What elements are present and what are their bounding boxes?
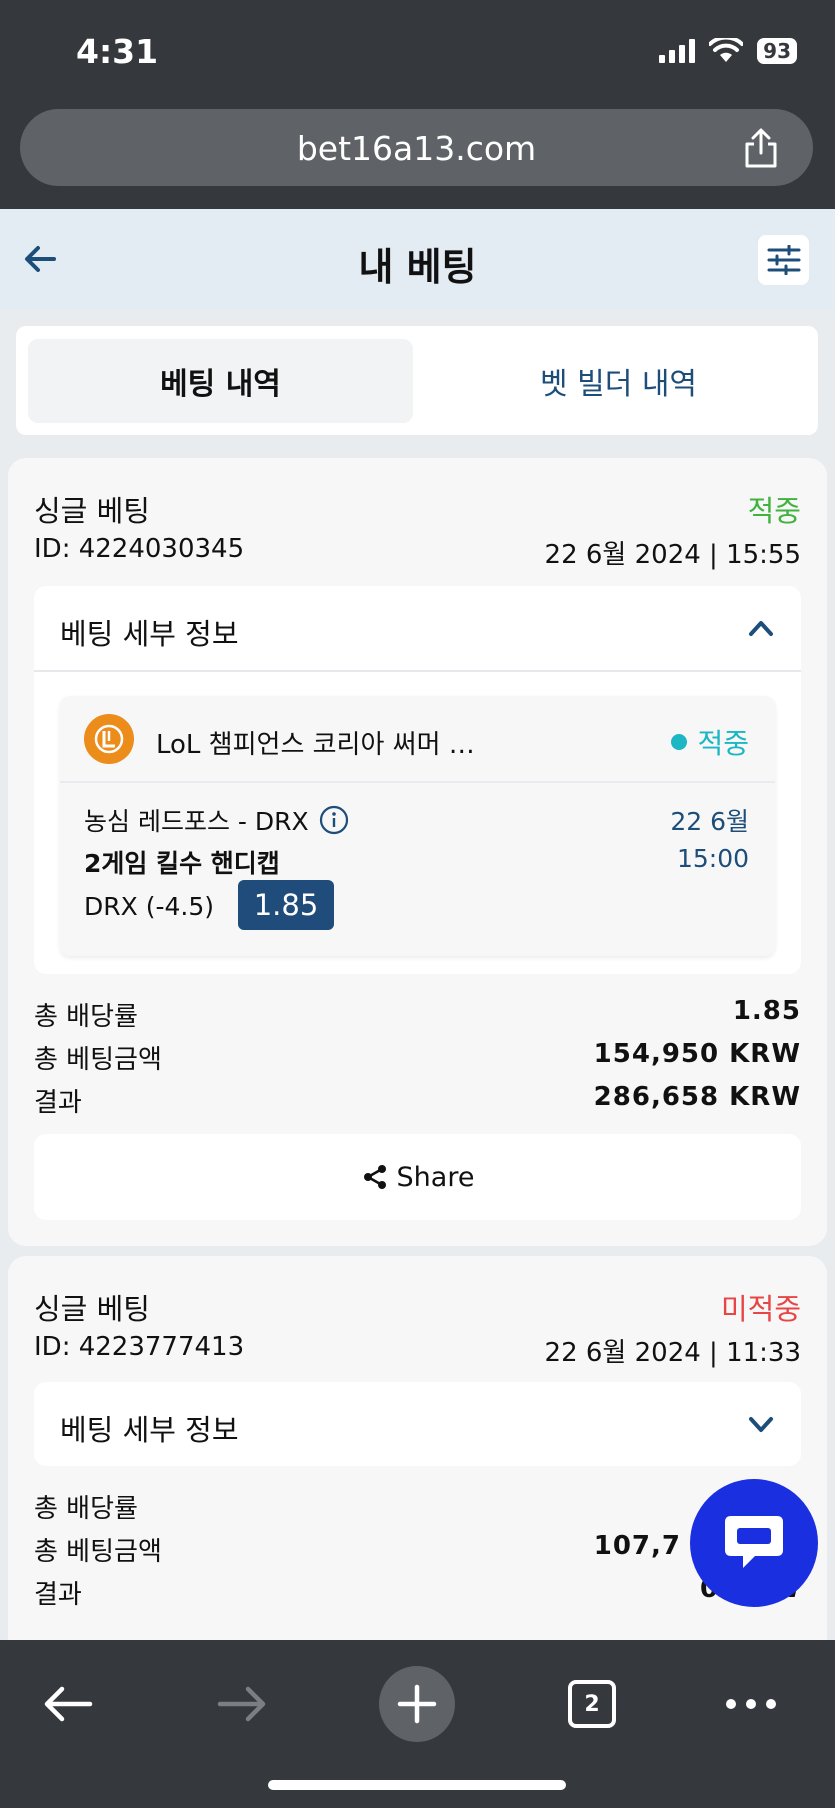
lck-logo-icon [84,714,134,764]
page-header: 내 베팅 [0,209,835,310]
league-name: LoL 챔피언스 코리아 써머 … [156,730,475,760]
browser-forward-button[interactable] [204,1666,280,1742]
summary-label: 총 배당률 [34,1002,138,1032]
tabs-button[interactable]: 2 [554,1666,630,1742]
browser-bar: bet16a13.com [0,105,835,209]
url-bar[interactable]: bet16a13.com [20,109,813,186]
bet-summary: 총 배당률 총 베팅금액 107,7 결과 0 KRW [34,1488,801,1617]
summary-value: 286,658 KRW [593,1082,801,1112]
share-button-label: Share [396,1161,475,1193]
match-teams: 농심 레드포스 - DRX [84,802,349,838]
summary-row: 총 배당률 1.85 [34,996,801,1039]
bet-summary: 총 배당률 1.85 총 베팅금액 154,950 KRW 결과 286,658… [34,996,801,1125]
bet-details-toggle[interactable]: 베팅 세부 정보 [60,1407,239,1449]
browser-toolbar: 2 [0,1640,835,1808]
new-tab-button[interactable] [379,1666,455,1742]
market-name: 2게임 킬수 핸디캡 [84,849,280,878]
summary-label: 총 베팅금액 [34,1537,162,1567]
bet-card: 싱글 베팅 적중 ID: 4224030345 22 6월 2024 | 15:… [8,458,827,1246]
summary-label: 결과 [34,1088,82,1118]
bet-details-panel: 베팅 세부 정보 LoL 챔피언스 코리아 써머 … 적중 농심 레드포스 - … [34,586,801,974]
bet-details-panel: 베팅 세부 정보 [34,1382,801,1466]
share-icon[interactable] [741,127,781,169]
summary-label: 총 배당률 [34,1494,138,1524]
selection-pick: DRX (-4.5) [84,892,214,921]
bet-date: 22 6월 2024 | 11:33 [544,1338,801,1368]
tab-bet-builder-history[interactable]: 벳 빌더 내역 [426,339,811,423]
summary-label: 결과 [34,1580,82,1610]
summary-label: 총 베팅금액 [34,1045,162,1075]
selection-status: 적중 [671,722,749,762]
summary-row: 총 배당률 [34,1488,801,1531]
bet-date: 22 6월 2024 | 15:55 [544,540,801,570]
bet-selection: LoL 챔피언스 코리아 써머 … 적중 농심 레드포스 - DRX 22 6월… [60,696,775,956]
summary-row: 총 베팅금액 107,7 [34,1531,801,1574]
summary-value: 107,7 [593,1531,681,1561]
status-time: 4:31 [76,32,159,71]
match-teams-label: 농심 레드포스 - DRX [84,807,309,836]
status-bar: 4:31 93 [0,0,835,105]
summary-value: 1.85 [732,996,801,1026]
arrow-right-icon [217,1686,266,1722]
match-time: 15:00 [676,844,749,873]
battery-icon: 93 [757,38,797,64]
divider [60,781,775,783]
bet-id: ID: 4224030345 [34,534,245,564]
bet-status: 미적중 [720,1292,801,1326]
more-dots-icon [726,1699,776,1709]
bet-type: 싱글 베팅 [34,494,150,528]
tab-count-badge: 2 [568,1680,616,1728]
bet-details-toggle[interactable]: 베팅 세부 정보 [60,611,239,653]
summary-value: 154,950 KRW [593,1039,801,1069]
more-menu-button[interactable] [713,1666,789,1742]
sliders-icon [767,245,800,275]
bet-id: ID: 4223777413 [34,1332,245,1362]
filter-button[interactable] [758,235,809,285]
share-button[interactable]: Share [34,1134,801,1220]
home-indicator [268,1780,566,1790]
wifi-icon [709,38,744,62]
bet-type: 싱글 베팅 [34,1292,150,1326]
odds-badge: 1.85 [238,880,334,930]
status-icons: 93 [659,38,797,64]
tab-betting-history[interactable]: 베팅 내역 [28,339,413,423]
live-chat-button[interactable] [690,1479,818,1607]
divider [34,670,801,672]
bet-status: 적중 [747,494,801,528]
chat-bubble-icon [725,1516,783,1568]
summary-row: 결과 286,658 KRW [34,1082,801,1125]
signal-icon [659,39,696,63]
share-nodes-icon [363,1165,386,1189]
chevron-down-icon[interactable] [747,1410,775,1438]
info-icon[interactable] [319,805,349,835]
chevron-up-icon[interactable] [747,614,775,642]
page-title: 내 베팅 [358,245,477,289]
browser-back-button[interactable] [30,1666,106,1742]
url-text: bet16a13.com [296,129,537,168]
selection-status-label: 적중 [697,727,749,760]
summary-row: 결과 0 KRW [34,1574,801,1617]
history-tabs: 베팅 내역 벳 빌더 내역 [16,326,818,435]
match-date: 22 6월 [670,807,749,836]
summary-row: 총 베팅금액 154,950 KRW [34,1039,801,1082]
plus-icon [397,1684,437,1724]
status-dot-icon [671,734,688,750]
arrow-left-icon [44,1686,93,1722]
